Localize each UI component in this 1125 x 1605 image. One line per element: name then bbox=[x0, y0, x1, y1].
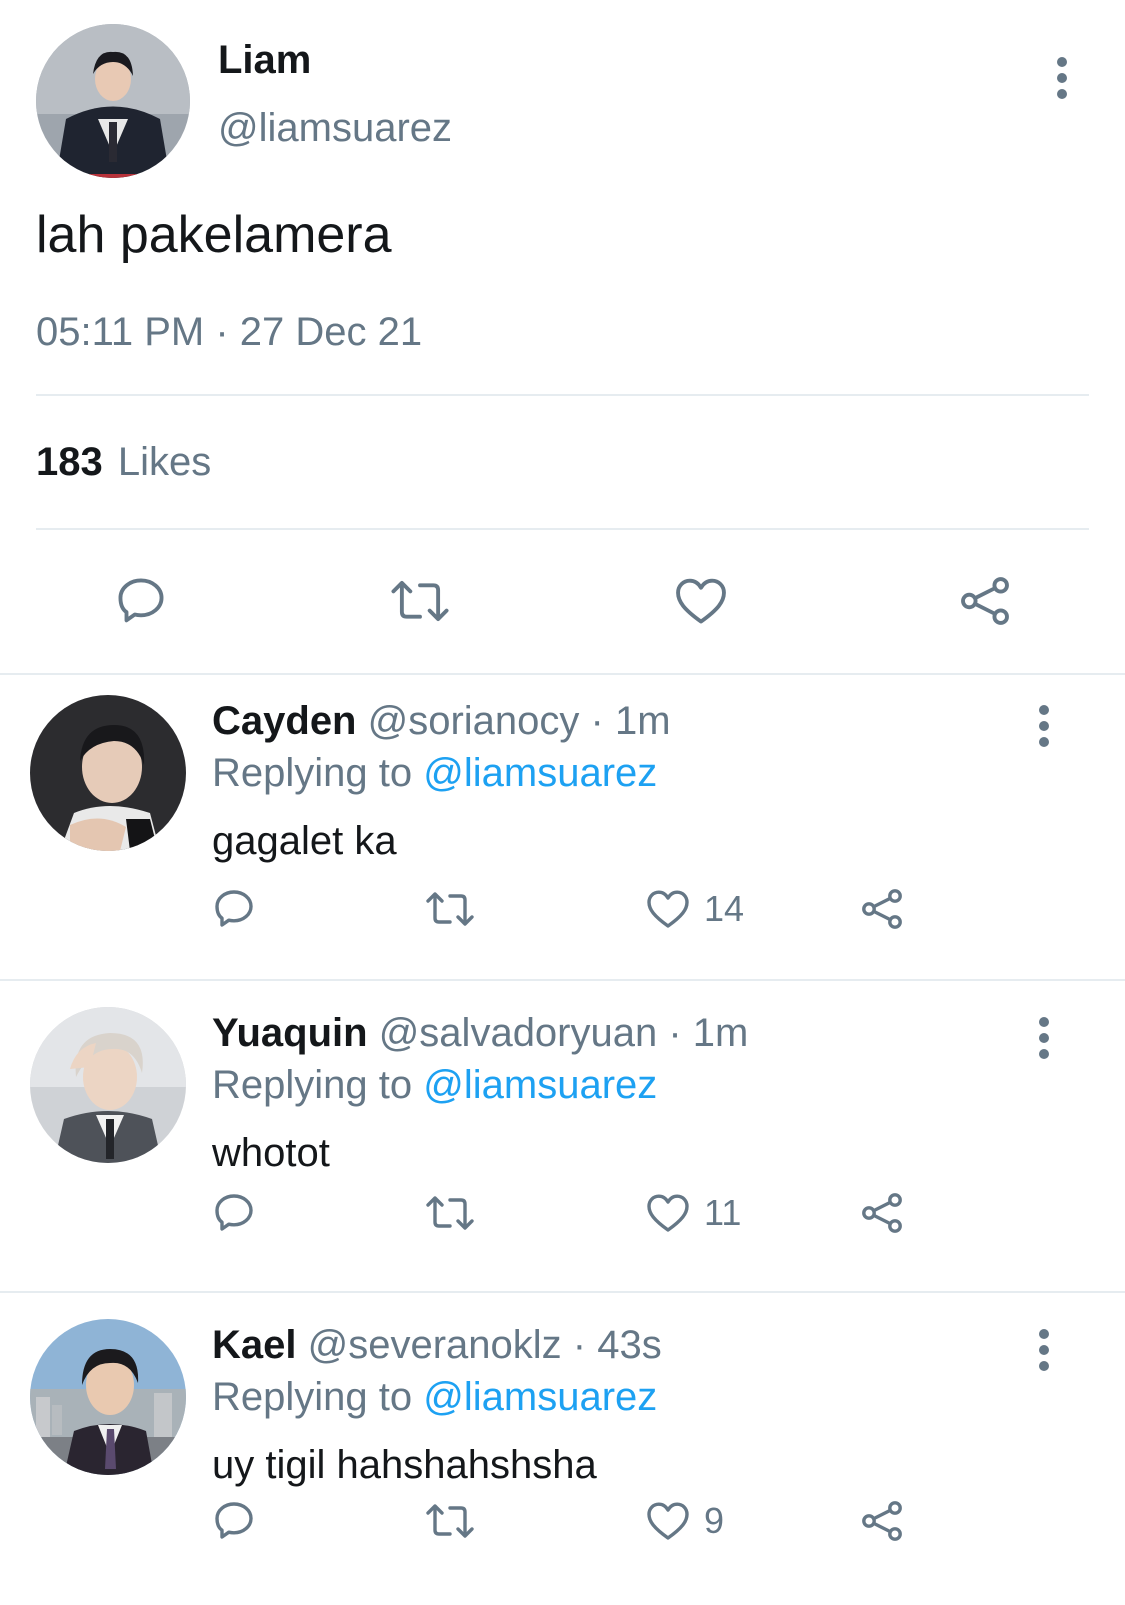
like-button[interactable] bbox=[672, 572, 730, 630]
reply-text: uy tigil hahshahshsha bbox=[212, 1443, 597, 1487]
replying-to: Replying to @liamsuarez bbox=[212, 1063, 657, 1108]
replying-prefix: Replying to bbox=[212, 1063, 413, 1107]
heart-icon bbox=[647, 1502, 689, 1540]
like-count: 11 bbox=[704, 1192, 742, 1233]
retweet-button[interactable] bbox=[424, 1189, 476, 1237]
speech-bubble-icon bbox=[215, 890, 253, 927]
share-icon bbox=[862, 889, 902, 929]
share-icon bbox=[862, 1501, 902, 1541]
share-button[interactable] bbox=[956, 572, 1014, 630]
reply-time: · 43s bbox=[572, 1323, 662, 1367]
heart-icon bbox=[676, 578, 726, 624]
author-handle[interactable]: @liamsuarez bbox=[218, 106, 452, 151]
replying-prefix: Replying to bbox=[212, 751, 413, 795]
likes-summary[interactable]: 183 Likes bbox=[36, 440, 211, 485]
speech-bubble-icon bbox=[118, 578, 164, 623]
reply-avatar[interactable] bbox=[30, 695, 186, 851]
reply-time: · 1m bbox=[590, 699, 671, 743]
reply-tweet[interactable]: Kael @severanoklz · 43s Replying to @lia… bbox=[0, 1301, 1125, 1605]
divider bbox=[0, 979, 1125, 981]
more-options-icon[interactable] bbox=[1038, 1329, 1050, 1371]
divider bbox=[36, 394, 1089, 396]
reply-author-handle[interactable]: @severanoklz bbox=[308, 1323, 562, 1367]
main-tweet: Liam @liamsuarez lah pakelamera 05:11 PM… bbox=[0, 0, 1125, 675]
retweet-icon bbox=[391, 580, 449, 622]
like-button[interactable]: 11 bbox=[644, 1189, 741, 1237]
reply-author-name[interactable]: Cayden bbox=[212, 699, 357, 743]
replying-mention-link[interactable]: @liamsuarez bbox=[423, 751, 657, 795]
tweet-text: lah pakelamera bbox=[36, 206, 392, 264]
reply-avatar[interactable] bbox=[30, 1007, 186, 1163]
speech-bubble-icon bbox=[215, 1502, 253, 1539]
share-icon bbox=[862, 1193, 902, 1233]
reply-author-handle[interactable]: @sorianocy bbox=[368, 699, 580, 743]
more-options-icon[interactable] bbox=[1038, 1017, 1050, 1059]
retweet-button[interactable] bbox=[424, 885, 476, 933]
retweet-button[interactable] bbox=[424, 1497, 476, 1545]
more-options-icon[interactable] bbox=[1056, 57, 1068, 99]
like-button[interactable]: 14 bbox=[644, 885, 744, 933]
divider bbox=[36, 528, 1089, 530]
reply-button[interactable] bbox=[112, 572, 170, 630]
more-options-icon[interactable] bbox=[1038, 705, 1050, 747]
reply-author-name[interactable]: Yuaquin bbox=[212, 1011, 368, 1055]
reply-text: gagalet ka bbox=[212, 819, 397, 863]
reply-tweet[interactable]: Cayden @sorianocy · 1m Replying to @liam… bbox=[0, 677, 1125, 989]
share-button[interactable] bbox=[858, 1189, 906, 1237]
heart-icon bbox=[647, 1194, 689, 1232]
like-button[interactable]: 9 bbox=[644, 1497, 724, 1545]
likes-label: Likes bbox=[117, 440, 212, 484]
replying-to: Replying to @liamsuarez bbox=[212, 751, 657, 796]
retweet-icon bbox=[426, 892, 474, 926]
tweet-timestamp: 05:11 PM · 27 Dec 21 bbox=[36, 310, 423, 354]
retweet-button[interactable] bbox=[388, 572, 452, 630]
replying-to: Replying to @liamsuarez bbox=[212, 1375, 657, 1420]
heart-icon bbox=[647, 890, 689, 928]
author-name[interactable]: Liam bbox=[218, 38, 311, 83]
divider bbox=[0, 673, 1125, 675]
like-count: 14 bbox=[704, 888, 745, 929]
reply-header: Yuaquin @salvadoryuan · 1m bbox=[212, 1011, 748, 1056]
retweet-icon bbox=[426, 1504, 474, 1538]
reply-header: Kael @severanoklz · 43s bbox=[212, 1323, 662, 1368]
reply-button[interactable] bbox=[210, 885, 258, 933]
reply-button[interactable] bbox=[210, 1497, 258, 1545]
reply-avatar[interactable] bbox=[30, 1319, 186, 1475]
reply-text: whotot bbox=[212, 1131, 330, 1175]
replying-mention-link[interactable]: @liamsuarez bbox=[423, 1063, 657, 1107]
replying-prefix: Replying to bbox=[212, 1375, 413, 1419]
likes-count: 183 bbox=[36, 440, 103, 484]
retweet-icon bbox=[426, 1196, 474, 1230]
reply-time: · 1m bbox=[668, 1011, 749, 1055]
replying-mention-link[interactable]: @liamsuarez bbox=[423, 1375, 657, 1419]
reply-button[interactable] bbox=[210, 1189, 258, 1237]
share-icon bbox=[961, 577, 1009, 625]
share-button[interactable] bbox=[858, 1497, 906, 1545]
main-avatar[interactable] bbox=[36, 24, 190, 178]
reply-header: Cayden @sorianocy · 1m bbox=[212, 699, 671, 744]
like-count: 9 bbox=[704, 1500, 725, 1541]
reply-author-handle[interactable]: @salvadoryuan bbox=[379, 1011, 658, 1055]
divider bbox=[0, 1291, 1125, 1293]
speech-bubble-icon bbox=[215, 1194, 253, 1231]
share-button[interactable] bbox=[858, 885, 906, 933]
reply-tweet[interactable]: Yuaquin @salvadoryuan · 1m Replying to @… bbox=[0, 989, 1125, 1301]
reply-author-name[interactable]: Kael bbox=[212, 1323, 297, 1367]
